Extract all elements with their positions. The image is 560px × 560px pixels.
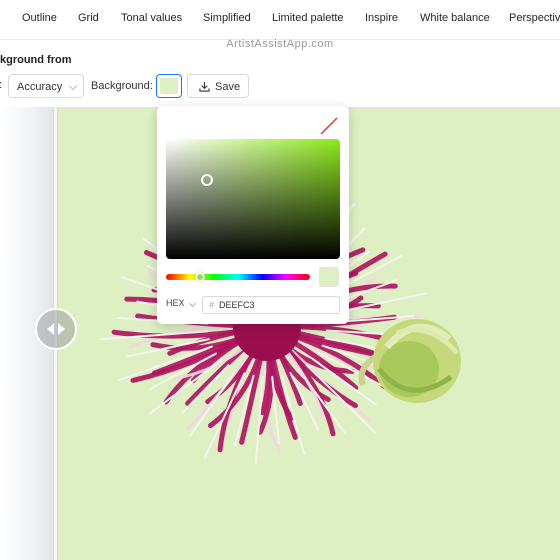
chevron-down-icon <box>68 81 78 91</box>
watermark: ArtistAssistApp.com <box>226 38 334 50</box>
hash-label: # <box>209 300 215 310</box>
tab-tonal-values[interactable]: Tonal values <box>121 12 182 24</box>
section-title: kground from <box>0 54 72 66</box>
drag-arrows-icon <box>47 323 65 335</box>
background-color-button[interactable] <box>156 74 182 98</box>
chevron-down-icon <box>188 299 197 308</box>
mode-select[interactable]: Accuracy <box>8 74 84 98</box>
hex-input[interactable]: # DEEFC3 <box>202 296 340 314</box>
save-button-label: Save <box>215 81 241 93</box>
hue-slider-thumb[interactable] <box>195 272 205 282</box>
tab-limited-palette[interactable]: Limited palette <box>272 12 344 24</box>
download-icon <box>199 81 210 92</box>
color-format-select[interactable]: HEX <box>166 298 185 308</box>
mode-select-value: Accuracy <box>17 81 63 93</box>
clear-color-icon[interactable] <box>319 116 339 136</box>
background-label: Background: <box>91 80 153 92</box>
saturation-cursor[interactable] <box>201 174 213 186</box>
tab-white-balance[interactable]: White balance <box>420 12 490 24</box>
flower-bud <box>358 319 461 403</box>
saturation-panel[interactable] <box>166 139 340 259</box>
hue-slider[interactable] <box>166 274 310 280</box>
tab-simplified[interactable]: Simplified <box>203 12 251 24</box>
mode-label: : <box>0 79 2 91</box>
tab-inspire[interactable]: Inspire <box>365 12 398 24</box>
color-picker-popover: HEX # DEEFC3 <box>157 106 349 324</box>
save-button[interactable]: Save <box>187 74 249 98</box>
tab-outline[interactable]: Outline <box>22 12 57 24</box>
compare-slider-handle[interactable] <box>35 308 77 350</box>
tab-grid[interactable]: Grid <box>78 12 99 24</box>
top-nav: Outline Grid Tonal values Simplified Lim… <box>0 0 560 40</box>
tab-perspective[interactable]: Perspective <box>509 12 560 24</box>
hex-input-value: DEEFC3 <box>219 300 255 310</box>
background-color-swatch <box>160 78 178 94</box>
color-preview-swatch <box>319 267 339 287</box>
